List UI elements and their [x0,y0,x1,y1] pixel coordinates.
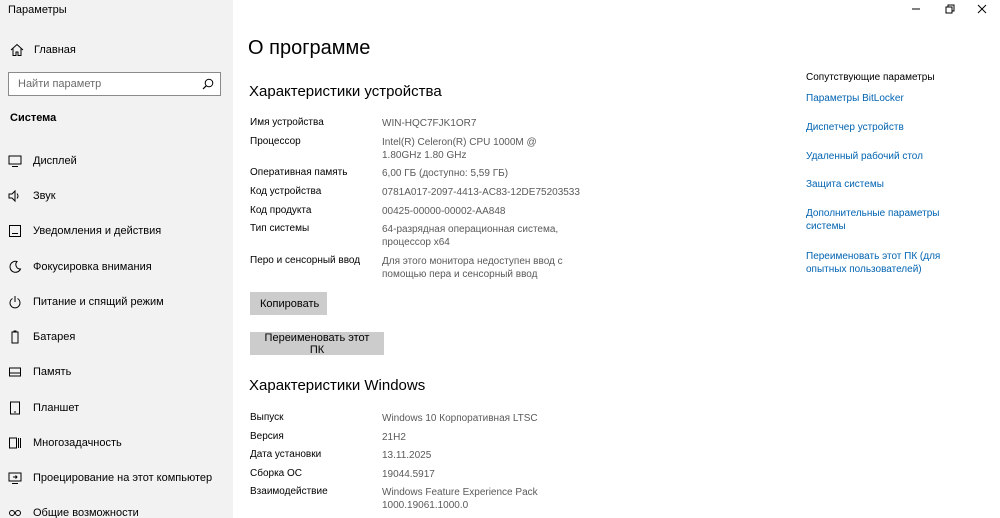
sidebar: Параметры Главная Найти параметр Система… [0,0,233,518]
sidebar-item-label: Уведомления и действия [33,225,162,237]
spec-value-version: 21H2 [382,432,406,443]
display-icon [8,155,22,167]
maximize-button[interactable] [934,0,966,18]
sidebar-item-label: Память [33,366,72,378]
link-advanced-system-settings[interactable]: Дополнительные параметры системы [806,207,956,233]
spec-label-processor: Процессор [250,136,301,147]
device-specs-heading: Характеристики устройства [249,83,442,100]
close-icon [977,4,987,14]
spec-label-pen-touch: Перо и сенсорный ввод [250,255,361,266]
search-input[interactable]: Найти параметр [8,72,221,96]
search-placeholder: Найти параметр [18,78,102,90]
spec-label-ram: Оперативная память [250,167,348,178]
link-remote-desktop[interactable]: Удаленный рабочий стол [806,150,966,163]
link-rename-pc-advanced[interactable]: Переименовать этот ПК (для опытных польз… [806,250,956,276]
sidebar-item-tablet[interactable]: Планшет [0,397,233,419]
spec-value-product-id: 00425-00000-00002-AA848 [382,206,506,217]
notifications-icon [9,225,21,237]
page-title: О программе [248,37,371,59]
sidebar-item-label: Фокусировка внимания [33,261,152,273]
sidebar-home-label: Главная [34,44,76,56]
link-system-protection[interactable]: Защита системы [806,178,966,191]
related-settings-title: Сопутствующие параметры [806,72,935,83]
battery-icon [11,330,19,344]
sidebar-item-battery[interactable]: Батарея [0,326,233,348]
spec-value-pen-touch: Для этого монитора недоступен ввод с пом… [382,256,563,280]
restore-icon [945,4,955,14]
link-bitlocker[interactable]: Параметры BitLocker [806,92,966,105]
spec-label-install-date: Дата установки [250,449,322,460]
spec-label-system-type: Тип системы [250,223,310,234]
minimize-icon [912,8,920,10]
spec-value-os-build: 19044.5917 [382,469,435,480]
sidebar-item-notifications[interactable]: Уведомления и действия [0,220,233,242]
windows-specs-heading: Характеристики Windows [249,377,426,394]
minimize-button[interactable] [900,0,932,18]
spec-label-device-id: Код устройства [250,186,322,197]
sidebar-item-power[interactable]: Питание и спящий режим [0,291,233,313]
window-title: Параметры [8,4,67,16]
sidebar-item-display[interactable]: Дисплей [0,150,233,172]
spec-value-experience: Windows Feature Experience Pack 1000.190… [382,487,538,511]
spec-label-product-id: Код продукта [250,205,312,216]
tablet-icon [10,401,20,415]
sidebar-item-label: Проецирование на этот компьютер [33,472,213,484]
spec-value-processor: Intel(R) Celeron(R) CPU 1000M @ 1.80GHz … [382,137,537,161]
sidebar-section-title: Система [10,112,57,124]
shared-experiences-icon [9,510,21,516]
spec-label-edition: Выпуск [250,412,284,423]
power-icon [9,296,21,309]
sound-icon [8,189,19,203]
sidebar-item-label: Дисплей [33,155,77,167]
home-icon [10,43,24,56]
sidebar-item-multitasking[interactable]: Многозадачность [0,432,233,454]
close-button[interactable] [966,0,998,18]
sidebar-item-label: Общие возможности [33,507,139,518]
spec-value-device-name: WIN-HQC7FJK1OR7 [382,118,477,129]
link-device-manager[interactable]: Диспетчер устройств [806,121,966,134]
spec-value-system-type: 64-разрядная операционная система, проце… [382,224,559,248]
sidebar-item-storage[interactable]: Память [0,361,233,383]
focus-assist-icon [9,260,22,273]
spec-value-install-date: 13.11.2025 [382,450,432,461]
sidebar-item-shared-experiences[interactable]: Общие возможности [0,502,233,518]
sidebar-item-sound[interactable]: Звук [0,185,233,207]
spec-value-device-id: 0781A017-2097-4413-AC83-12DE75203533 [382,187,580,198]
sidebar-item-label: Питание и спящий режим [33,296,164,308]
spec-label-experience: Взаимодействие [250,486,328,497]
storage-icon [9,367,21,377]
rename-pc-button[interactable]: Переименовать этот ПК [250,332,384,356]
sidebar-item-projecting[interactable]: Проецирование на этот компьютер [0,467,233,489]
sidebar-item-label: Батарея [33,331,76,343]
projecting-icon [8,472,22,484]
sidebar-home[interactable]: Главная [10,40,76,60]
sidebar-item-focus-assist[interactable]: Фокусировка внимания [0,256,233,278]
search-icon [202,78,214,90]
copy-button[interactable]: Копировать [250,292,327,315]
multitasking-icon [9,437,21,449]
spec-value-ram: 6,00 ГБ (доступно: 5,59 ГБ) [382,168,509,179]
spec-label-version: Версия [250,431,284,442]
spec-label-os-build: Сборка ОС [250,468,303,479]
sidebar-item-label: Многозадачность [33,437,122,449]
sidebar-item-label: Планшет [33,402,80,414]
spec-label-device-name: Имя устройства [250,117,324,128]
sidebar-item-label: Звук [33,190,56,202]
spec-value-edition: Windows 10 Корпоративная LTSC [382,413,538,424]
